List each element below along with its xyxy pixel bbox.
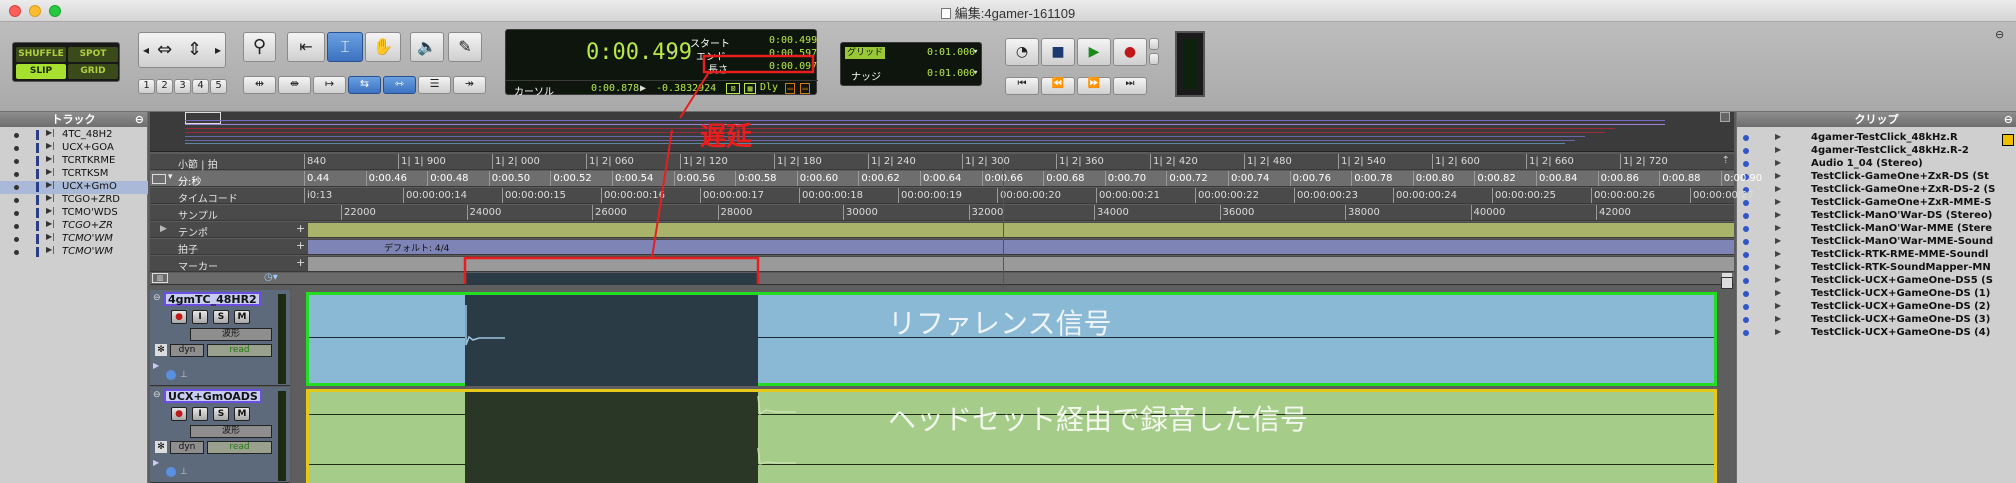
headset-signal-annotation: ヘッドセット経由で録音した信号 xyxy=(888,403,1309,436)
pro-tools-edit-window: 編集:4gamer-161109 SHUFFLE SPOT SLIP GRID … xyxy=(0,0,2016,483)
reference-signal-annotation: リファレンス信号 xyxy=(888,307,1112,340)
